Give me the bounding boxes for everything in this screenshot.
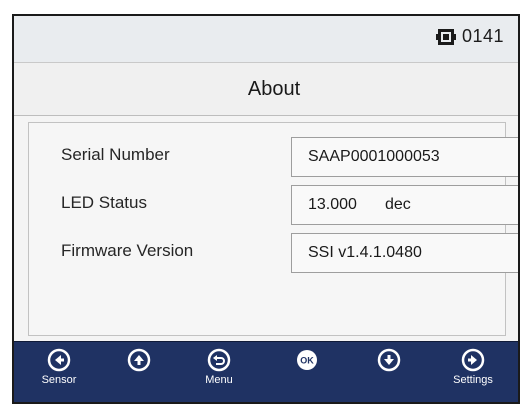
title-bar: About [14,63,518,116]
settings-button[interactable]: Settings [436,348,510,400]
led-status-field: 13.000 dec [291,185,518,225]
firmware-version-value: SSI v1.4.1.0480 [308,244,422,261]
serial-number-value: SAAP0001000053 [308,148,440,165]
led-status-unit: dec [384,196,411,213]
serial-number-label: Serial Number [61,145,170,164]
sensor-button[interactable]: Sensor [22,348,96,400]
firmware-version-label: Firmware Version [61,241,194,260]
menu-button[interactable]: Menu [182,348,256,400]
down-button[interactable] [352,348,426,400]
navigation-bar: Sensor Menu OK Settings [14,341,518,402]
arrow-left-icon [47,348,71,372]
led-status-row: LED Status 13.000 dec [29,183,518,227]
led-status-label: LED Status [61,193,147,212]
device-bezel: 0141 About Serial Number SAAP0001000053 … [0,0,531,411]
status-area: 0141 [435,26,504,47]
sensor-button-label: Sensor [41,374,77,386]
serial-number-row: Serial Number SAAP0001000053 [29,135,518,179]
arrow-up-icon [127,348,151,372]
ok-icon: OK [297,350,317,370]
up-button[interactable] [102,348,176,400]
arrow-right-icon [461,348,485,372]
firmware-version-field: SSI v1.4.1.0480 [291,233,518,273]
firmware-version-row: Firmware Version SSI v1.4.1.0480 [29,231,518,275]
back-icon [207,348,231,372]
device-screen: 0141 About Serial Number SAAP0001000053 … [12,14,520,404]
led-status-value: 13.000 [308,196,357,213]
settings-button-label: Settings [453,374,493,386]
clock: 0141 [461,26,504,46]
menu-button-label: Menu [205,374,233,386]
device-status-icon [435,27,456,47]
svg-text:OK: OK [300,356,314,366]
page-title: About [247,77,301,100]
ok-button[interactable]: OK [270,348,344,400]
about-panel: Serial Number SAAP0001000053 LED Status … [28,122,518,336]
status-bar: 0141 [14,16,518,63]
serial-number-field: SAAP0001000053 [291,137,518,177]
arrow-down-icon [377,348,401,372]
